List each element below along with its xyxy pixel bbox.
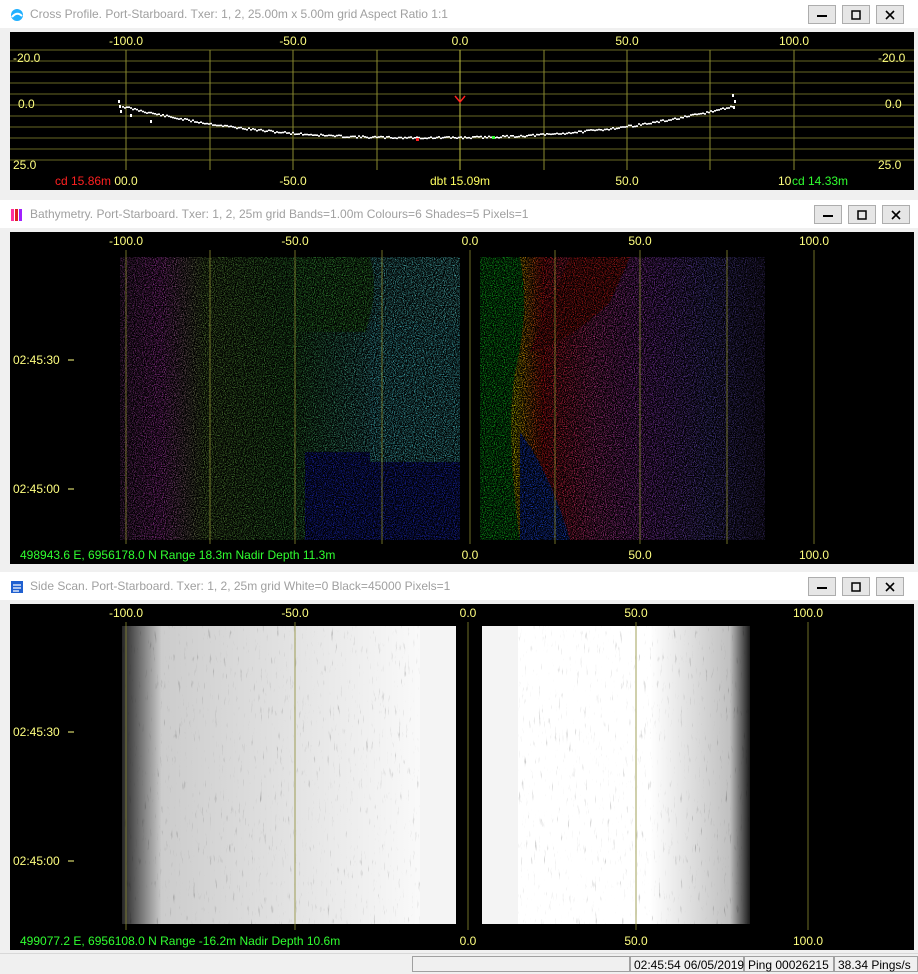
- bathymetry-position-readout: 498943.6 E, 6956178.0 N Range 18.3m Nadi…: [20, 548, 335, 562]
- side-scan-titlebar[interactable]: Side Scan. Port-Starboard. Txer: 1, 2, 2…: [0, 572, 918, 600]
- cross-profile-titlebar[interactable]: Cross Profile. Port-Starboard. Txer: 1, …: [0, 0, 918, 28]
- x-tick-label: 100.0: [793, 606, 823, 620]
- x-tick-label: 50.0: [615, 174, 639, 188]
- x-tick-label: 50.0: [628, 234, 652, 248]
- maximize-button[interactable]: [842, 577, 870, 596]
- y-tick-label: 0.0: [18, 97, 35, 111]
- x-tick-label: 0.0: [452, 34, 469, 48]
- y-tick-label: -20.0: [13, 51, 41, 65]
- side-scan-icon: [11, 581, 23, 593]
- minimize-button[interactable]: [814, 205, 842, 224]
- x-tick-label: -100.0: [109, 34, 143, 48]
- center-depth-readout: dbt 15.09m: [430, 174, 490, 188]
- x-tick-label: 100.0: [793, 934, 823, 948]
- status-ping-rate: 38.34 Pings/s: [834, 956, 918, 972]
- side-scan-window: Side Scan. Port-Starboard. Txer: 1, 2, 2…: [0, 572, 918, 952]
- maximize-button[interactable]: [848, 205, 876, 224]
- status-empty-cell: [412, 956, 630, 972]
- bathymetry-icon: [11, 209, 22, 221]
- x-tick-label: 50.0: [624, 606, 648, 620]
- x-tick-label: -50.0: [281, 606, 309, 620]
- time-tick-label: 02:45:30: [13, 353, 60, 367]
- y-tick-label: 0.0: [885, 97, 902, 111]
- x-tick-label: 0.0: [460, 606, 477, 620]
- y-tick-label: -20.0: [878, 51, 906, 65]
- x-tick-label: -50.0: [279, 34, 307, 48]
- minimize-button[interactable]: [808, 577, 836, 596]
- side-scan-position-readout: 499077.2 E, 6956108.0 N Range -16.2m Nad…: [20, 934, 340, 948]
- x-tick-label: -50.0: [279, 174, 307, 188]
- close-icon: [885, 10, 895, 20]
- time-tick-label: 02:45:30: [13, 725, 60, 739]
- minimize-icon: [823, 215, 833, 217]
- x-tick-label: 0.0: [462, 548, 479, 562]
- status-bar: 02:45:54 06/05/2019 Ping 00026215 38.34 …: [0, 953, 918, 974]
- stbd-prefix-label: 10: [778, 174, 792, 188]
- bathymetry-swath: [120, 257, 765, 540]
- status-datetime: 02:45:54 06/05/2019: [630, 956, 744, 972]
- x-tick-label: -100.0: [109, 234, 143, 248]
- side-scan-plot[interactable]: -100.0 -50.0 0.0 50.0 100.0 02:45:30 02:…: [10, 604, 914, 950]
- x-tick-label: 100.0: [799, 548, 829, 562]
- y-tick-label: 25.0: [878, 158, 902, 172]
- cross-profile-plot[interactable]: -100.0 -50.0 0.0 50.0 100.0 -20.0 0.0 25…: [10, 32, 914, 190]
- y-tick-label: 25.0: [13, 158, 37, 172]
- minimize-button[interactable]: [808, 5, 836, 24]
- x-tick-label: -50.0: [281, 234, 309, 248]
- window-title: Cross Profile. Port-Starboard. Txer: 1, …: [30, 7, 448, 21]
- close-icon: [891, 210, 901, 220]
- close-button[interactable]: [882, 205, 910, 224]
- time-tick-label: 02:45:00: [13, 482, 60, 496]
- bathymetry-plot[interactable]: -100.0 -50.0 0.0 50.0 100.0 02:45:30 02:…: [10, 232, 914, 564]
- x-tick-label: 50.0: [624, 934, 648, 948]
- stbd-depth-readout: cd 14.33m: [792, 174, 848, 188]
- bathymetry-titlebar[interactable]: Bathymetry. Port-Starboard. Txer: 1, 2, …: [0, 200, 918, 228]
- window-title: Bathymetry. Port-Starboard. Txer: 1, 2, …: [30, 207, 529, 221]
- restore-icon: [857, 210, 867, 220]
- bathymetry-window: Bathymetry. Port-Starboard. Txer: 1, 2, …: [0, 200, 918, 568]
- close-button[interactable]: [876, 577, 904, 596]
- restore-icon: [851, 10, 861, 20]
- minimize-icon: [817, 587, 827, 589]
- x-tick-label: 100.0: [779, 34, 809, 48]
- maximize-button[interactable]: [842, 5, 870, 24]
- profile-grid: [10, 49, 914, 170]
- x-tick-label: 50.0: [628, 548, 652, 562]
- x-tick-label: -100.0: [109, 606, 143, 620]
- cross-profile-window: Cross Profile. Port-Starboard. Txer: 1, …: [0, 0, 918, 194]
- x-tick-label: 0.0: [462, 234, 479, 248]
- cross-profile-icon: [11, 9, 23, 21]
- x-tick-label: 0.0: [460, 934, 477, 948]
- time-tick-label: 02:45:00: [13, 854, 60, 868]
- close-icon: [885, 582, 895, 592]
- window-title: Side Scan. Port-Starboard. Txer: 1, 2, 2…: [30, 579, 451, 593]
- side-scan-imagery: [122, 626, 750, 924]
- profile-soundings: [118, 94, 736, 141]
- close-button[interactable]: [876, 5, 904, 24]
- status-ping: Ping 00026215: [744, 956, 834, 972]
- x-tick-label: 00.0: [114, 174, 138, 188]
- port-depth-readout: cd 15.86m: [55, 174, 111, 188]
- restore-icon: [851, 582, 861, 592]
- x-tick-label: 50.0: [615, 34, 639, 48]
- minimize-icon: [817, 15, 827, 17]
- x-tick-label: 100.0: [799, 234, 829, 248]
